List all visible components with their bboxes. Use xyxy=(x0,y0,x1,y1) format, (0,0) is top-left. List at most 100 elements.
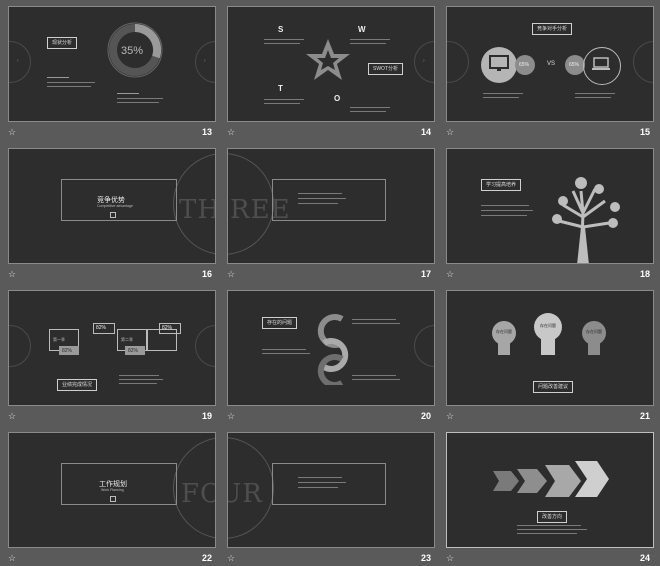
star-icon[interactable]: ☆ xyxy=(227,269,235,279)
slide-thumbnail-17[interactable]: THREE ☆ 17 xyxy=(227,148,435,280)
slide-14-label: SWOT分析 xyxy=(368,63,403,75)
quarter-label-2: 第二季 xyxy=(121,337,133,342)
slide-thumbnail-18[interactable]: 学习提高培养 ☆ 18 xyxy=(446,148,654,280)
slide-15-label: 竞争对手分析 xyxy=(532,23,573,35)
quarter-box-3 xyxy=(147,329,177,351)
section-big-text: FOUR xyxy=(181,479,215,509)
slide-20-canvas: 存在的问题 xyxy=(227,290,435,406)
slide-thumbnail-22[interactable]: FOUR 工作规划 Work Planning ☆ 22 xyxy=(8,432,216,564)
slide-thumbnail-15[interactable]: 竞争对手分析 65% VS 65% ☆ 15 xyxy=(446,6,654,138)
text-line xyxy=(575,97,611,98)
deco-circle-left xyxy=(9,41,31,83)
donut-percent: 35% xyxy=(121,45,144,57)
deco-circle-right xyxy=(633,41,653,83)
quarter-label-1: 第一季 xyxy=(53,337,65,342)
slide-21-label: 问题改善建议 xyxy=(533,381,574,393)
slide-thumbnail-13[interactable]: ‹ › 现状分析 35% ☆ 13 xyxy=(8,6,216,138)
deco-circle-left xyxy=(9,325,31,367)
slide-14-canvas: › S W T O SWOT分析 xyxy=(227,6,435,122)
section-big-text: THREE xyxy=(179,195,215,225)
slide-21-canvas: 存在问题 存在问题 存在问题 问题改善建议 xyxy=(446,290,654,406)
slide-thumbnail-16[interactable]: THREE 竞争优势 Competitive advantage ☆ 16 xyxy=(8,148,216,280)
text-line xyxy=(481,205,529,206)
star-icon[interactable]: ☆ xyxy=(8,411,16,421)
text-line xyxy=(119,383,157,384)
star-icon[interactable]: ☆ xyxy=(8,269,16,279)
slide-22-canvas: FOUR 工作规划 Work Planning xyxy=(8,432,216,548)
slide-thumbnail-20[interactable]: 存在的问题 ☆ 20 xyxy=(227,290,435,422)
text-line xyxy=(517,529,587,530)
deco-circle-right xyxy=(195,325,215,367)
star-icon[interactable]: ☆ xyxy=(8,553,16,563)
text-line xyxy=(350,111,386,112)
text-line xyxy=(298,477,342,478)
slide-number: 16 xyxy=(201,269,212,279)
cycle-arrows-icon xyxy=(317,314,349,385)
text-line xyxy=(481,210,533,211)
tree-icon xyxy=(552,177,620,263)
slide-24-canvas: 改善方向 xyxy=(446,432,654,548)
pct-value-4: 82% xyxy=(128,348,139,354)
swot-letter-o: O xyxy=(334,94,341,103)
star-shape-icon xyxy=(306,39,350,80)
text-line xyxy=(47,86,91,87)
star-icon[interactable]: ☆ xyxy=(446,269,454,279)
star-icon[interactable]: ☆ xyxy=(446,553,454,563)
deco-circle-right xyxy=(414,325,434,367)
slide-thumbnail-21[interactable]: 存在问题 存在问题 存在问题 问题改善建议 ☆ 21 xyxy=(446,290,654,422)
bulb-icon-3 xyxy=(582,321,606,355)
text-line xyxy=(350,39,390,40)
arrow-steps-icon xyxy=(493,461,609,497)
text-line xyxy=(298,487,338,488)
slide-number: 15 xyxy=(639,127,650,137)
next-arrow-icon: › xyxy=(423,58,425,64)
star-icon[interactable]: ☆ xyxy=(8,127,16,137)
slide-number: 24 xyxy=(639,553,650,563)
slide-thumbnail-24[interactable]: 改善方向 ☆ 24 xyxy=(446,432,654,564)
star-icon[interactable]: ☆ xyxy=(227,553,235,563)
slide-number: 21 xyxy=(639,411,650,421)
text-line xyxy=(47,82,95,83)
star-icon[interactable]: ☆ xyxy=(227,127,235,137)
star-icon[interactable]: ☆ xyxy=(446,127,454,137)
text-line xyxy=(517,525,581,526)
slide-number: 14 xyxy=(420,127,431,137)
text-line xyxy=(352,375,396,376)
swot-letter-t: T xyxy=(278,84,283,93)
text-line xyxy=(483,97,519,98)
slide-number: 23 xyxy=(420,553,431,563)
slide-thumbnail-14[interactable]: › S W T O SWOT分析 ☆ 14 xyxy=(227,6,435,138)
text-line xyxy=(481,215,527,216)
slide-19-label: 业绩完成情况 xyxy=(57,379,98,391)
right-percent: 65% xyxy=(569,62,580,68)
left-percent: 65% xyxy=(519,62,530,68)
bulb-label-1: 存在问题 xyxy=(496,329,512,334)
text-line xyxy=(298,198,346,199)
text-line xyxy=(119,375,159,376)
text-line xyxy=(350,43,386,44)
vs-text: VS xyxy=(547,61,556,67)
slide-number: 22 xyxy=(201,553,212,563)
slide-number: 20 xyxy=(420,411,431,421)
slide-number: 19 xyxy=(201,411,212,421)
swot-letter-s: S xyxy=(278,25,284,34)
bulb-label-3: 存在问题 xyxy=(586,329,602,334)
section-subtitle: Work Planning xyxy=(101,488,124,492)
slide-15-canvas: 竞争对手分析 65% VS 65% xyxy=(446,6,654,122)
swot-letter-w: W xyxy=(358,25,366,34)
star-icon[interactable]: ☆ xyxy=(446,411,454,421)
text-line xyxy=(298,193,342,194)
slide-thumbnail-19[interactable]: 第一季 82% 82% 第二季 82% 82% 业绩完成情况 ☆ 19 xyxy=(8,290,216,422)
star-icon[interactable]: ☆ xyxy=(227,411,235,421)
bulb-icon-1 xyxy=(492,321,516,355)
small-square-icon xyxy=(110,212,116,218)
slide-thumbnail-23[interactable]: FOUR ☆ 23 xyxy=(227,432,435,564)
slide-19-canvas: 第一季 82% 82% 第二季 82% 82% 业绩完成情况 xyxy=(8,290,216,406)
text-line xyxy=(352,323,400,324)
slide-18-canvas: 学习提高培养 xyxy=(446,148,654,264)
text-line xyxy=(262,353,310,354)
text-line xyxy=(119,379,163,380)
text-line xyxy=(117,98,163,99)
text-line xyxy=(264,99,304,100)
pct-value-2: 82% xyxy=(62,348,73,354)
